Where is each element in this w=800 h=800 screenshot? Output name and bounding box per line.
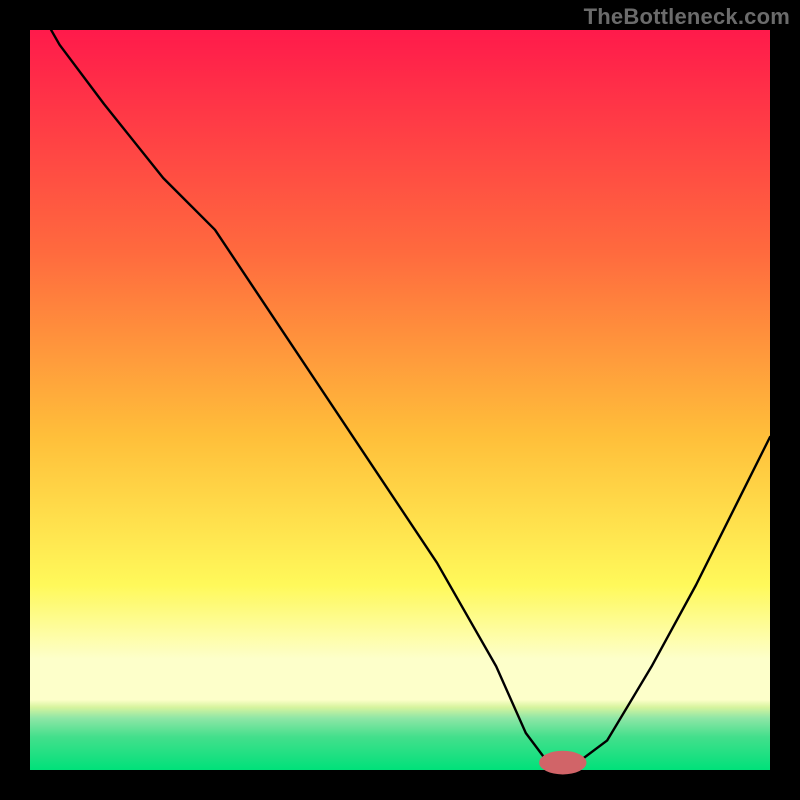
bottleneck-line-chart: [0, 0, 800, 800]
attribution-watermark: TheBottleneck.com: [584, 4, 790, 30]
optimal-point-marker: [539, 751, 586, 775]
plot-background-gradient: [30, 30, 770, 770]
chart-container: TheBottleneck.com: [0, 0, 800, 800]
